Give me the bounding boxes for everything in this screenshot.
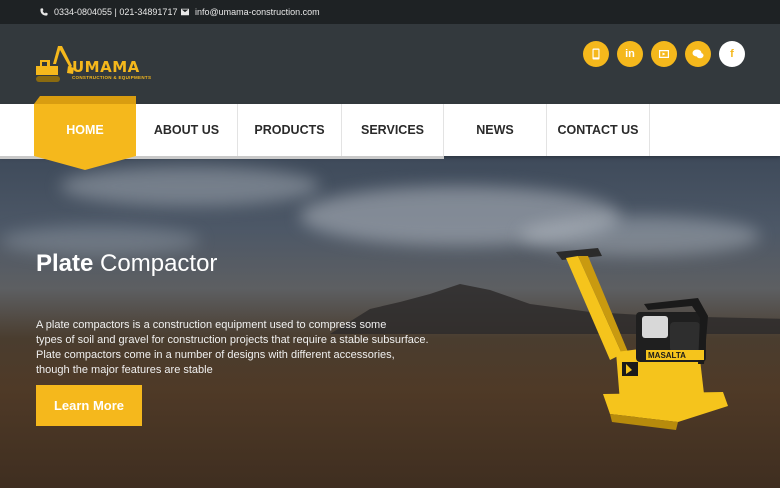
logo-tagline: CONSTRUCTION & EQUIPMENTS [72, 75, 152, 80]
nav-news[interactable]: NEWS [444, 104, 547, 156]
video-button[interactable] [651, 41, 677, 67]
linkedin-button[interactable]: in [617, 41, 643, 67]
plate-compactor-image: MASALTA [556, 248, 728, 430]
video-icon [659, 50, 669, 58]
chat-icon [692, 49, 704, 59]
nav-list: HOME ABOUT US PRODUCTS SERVICES NEWS CON… [34, 104, 650, 156]
hero-title-light: Compactor [100, 250, 218, 277]
facebook-icon: f [730, 48, 734, 60]
contact-bar: 0334-0804055 | 021-34891717 info@umama-c… [0, 0, 780, 24]
hero-line: types of soil and gravel for constructio… [36, 334, 429, 346]
mobile-icon [592, 48, 600, 60]
logo[interactable]: UMAMA CONSTRUCTION & EQUIPMENTS [34, 44, 151, 88]
hero-description: A plate compactors is a construction equ… [36, 318, 466, 378]
nav-home[interactable]: HOME [34, 104, 136, 156]
nav-contact-us[interactable]: CONTACT US [547, 104, 650, 156]
hero-line: A plate compactors is a construction equ… [36, 319, 387, 331]
hero-banner: Plate Compactor A plate compactors is a … [0, 156, 780, 488]
logo-brand: UMAMA [72, 58, 140, 76]
chat-button[interactable] [685, 41, 711, 67]
facebook-button[interactable]: f [719, 41, 745, 67]
nav-services[interactable]: SERVICES [342, 104, 444, 156]
cloud [60, 166, 320, 206]
email-info[interactable]: info@umama-construction.com [181, 7, 320, 17]
hero-title: Plate Compactor [36, 250, 217, 278]
nav-products[interactable]: PRODUCTS [238, 104, 342, 156]
linkedin-icon: in [625, 48, 635, 60]
learn-more-button[interactable]: Learn More [36, 385, 142, 426]
nav-about-us[interactable]: ABOUT US [136, 104, 238, 156]
envelope-icon [181, 8, 189, 16]
email-address[interactable]: info@umama-construction.com [195, 7, 320, 17]
mobile-button[interactable] [583, 41, 609, 67]
phone-numbers: 0334-0804055 | 021-34891717 [54, 7, 178, 17]
hero-title-bold: Plate [36, 250, 94, 277]
nav-items-layer: HOME ABOUT US PRODUCTS SERVICES NEWS CON… [0, 104, 780, 156]
social-links: in f [583, 41, 745, 67]
hero-line: Plate compactors come in a number of des… [36, 349, 395, 361]
phone-icon [40, 8, 48, 16]
excavator-icon [36, 46, 74, 82]
phone-info: 0334-0804055 | 021-34891717 [40, 7, 177, 17]
hero-line: though the major features are stable [36, 364, 213, 376]
machine-brand-label: MASALTA [648, 351, 686, 360]
